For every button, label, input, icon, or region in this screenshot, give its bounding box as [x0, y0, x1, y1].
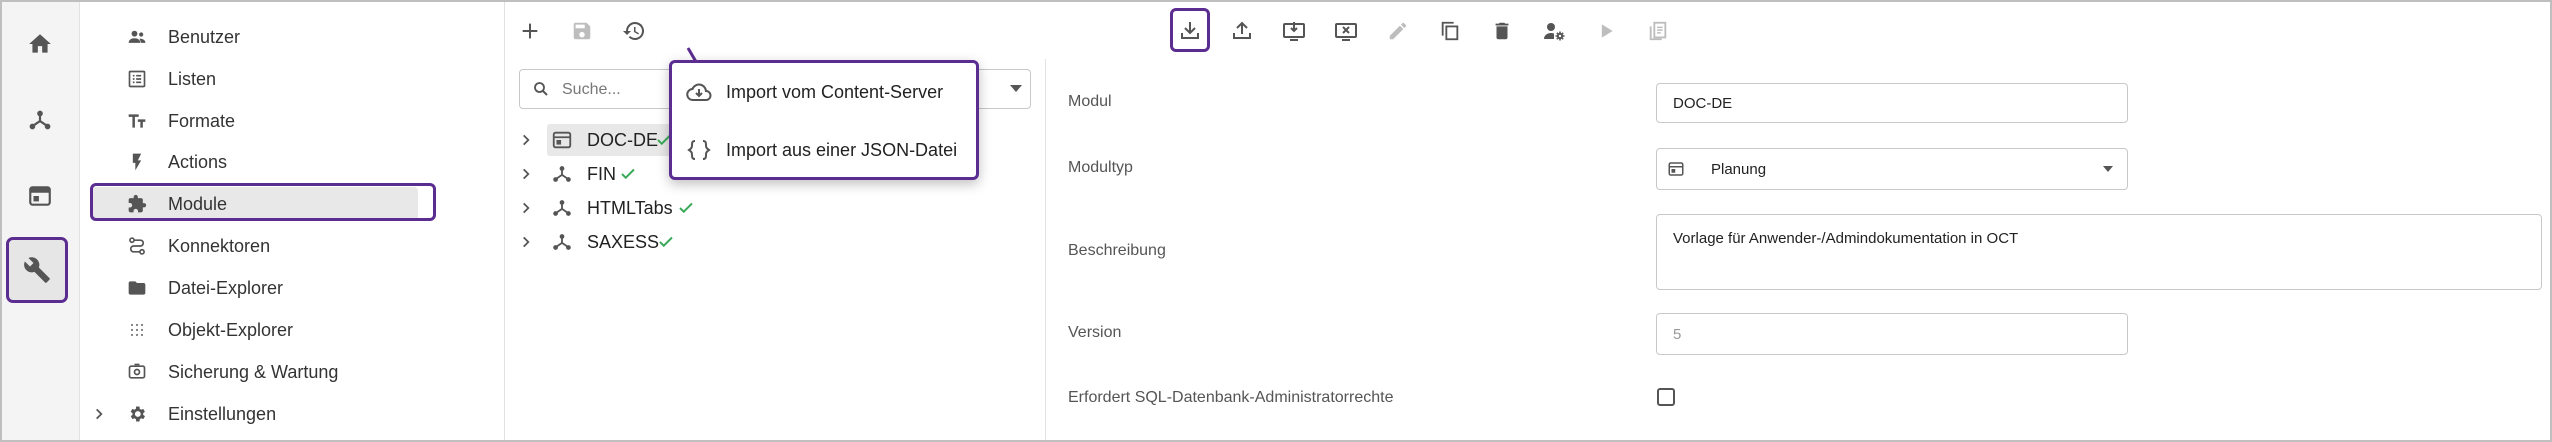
- chevron-right-icon[interactable]: [519, 133, 533, 147]
- edit-icon[interactable]: [1383, 16, 1413, 46]
- nav-item-einstellungen[interactable]: Einstellungen: [80, 397, 500, 431]
- module-form: Modul DOC-DE Modultyp Planung Beschreibu…: [1046, 59, 2550, 440]
- save-icon[interactable]: [567, 16, 597, 46]
- network-icon[interactable]: [8, 88, 72, 152]
- users-icon: [126, 26, 148, 48]
- menu-item-import-content-server[interactable]: Import vom Content-Server: [672, 67, 976, 117]
- chevron-right-icon[interactable]: [519, 167, 533, 181]
- app-rail: [2, 2, 80, 440]
- beschreibung-label: Beschreibung: [1068, 242, 1166, 259]
- beschreibung-textarea[interactable]: Vorlage für Anwender-/Admindokumentation…: [1656, 214, 2542, 290]
- wrench-icon[interactable]: [6, 237, 68, 303]
- copy-icon[interactable]: [1435, 16, 1465, 46]
- network-icon: [551, 231, 573, 253]
- export-icon[interactable]: [1227, 16, 1257, 46]
- version-field[interactable]: 5: [1656, 313, 2128, 355]
- uninstall-icon[interactable]: [1331, 16, 1361, 46]
- version-value: 5: [1673, 326, 1682, 343]
- restore-icon[interactable]: [619, 16, 649, 46]
- sql-admin-label: Erfordert SQL-Datenbank-Administratorrec…: [1068, 389, 1394, 406]
- window-icon: [551, 129, 573, 151]
- nav-item-benutzer[interactable]: Benutzer: [80, 20, 500, 54]
- beschreibung-value: Vorlage für Anwender-/Admindokumentation…: [1673, 230, 2019, 247]
- folder-icon: [126, 277, 148, 299]
- run-icon[interactable]: [1591, 16, 1621, 46]
- puzzle-icon: [126, 193, 148, 215]
- admin-nav: Benutzer Listen Formate Actions Module K…: [80, 2, 505, 440]
- dots-grid-icon: [126, 319, 148, 341]
- nav-item-listen[interactable]: Listen: [80, 62, 500, 96]
- search-dropdown-icon[interactable]: [1010, 85, 1022, 93]
- nav-item-module[interactable]: Module: [80, 187, 500, 221]
- nav-item-konnektoren[interactable]: Konnektoren: [80, 229, 500, 263]
- modultyp-value: Planung: [1711, 161, 1767, 178]
- lightning-icon: [126, 151, 148, 173]
- tree-item-saxess[interactable]: SAXESS: [505, 225, 1045, 259]
- search-icon: [532, 80, 550, 98]
- check-icon: [677, 199, 695, 217]
- gear-icon: [126, 403, 148, 425]
- modultyp-select[interactable]: Planung: [1656, 148, 2128, 190]
- chevron-down-icon: [2103, 166, 2113, 172]
- add-icon[interactable]: [515, 16, 545, 46]
- route-icon: [126, 235, 148, 257]
- tree-item-htmltabs[interactable]: HTMLTabs: [505, 191, 1045, 225]
- app-window: Benutzer Listen Formate Actions Module K…: [0, 0, 2552, 442]
- curly-braces-icon: [686, 138, 712, 162]
- user-settings-icon[interactable]: [1539, 16, 1569, 46]
- cloud-download-icon: [686, 81, 712, 103]
- delete-icon[interactable]: [1487, 16, 1517, 46]
- check-icon: [657, 233, 675, 251]
- browser-window-icon[interactable]: [8, 164, 72, 228]
- text-format-icon: [126, 110, 148, 132]
- chevron-right-icon[interactable]: [519, 235, 533, 249]
- install-icon[interactable]: [1279, 16, 1309, 46]
- home-icon[interactable]: [8, 12, 72, 76]
- nav-item-sicherung-wartung[interactable]: Sicherung & Wartung: [80, 355, 500, 389]
- import-menu: Import vom Content-Server Import aus ein…: [669, 60, 979, 180]
- backup-icon: [126, 361, 148, 383]
- version-label: Version: [1068, 324, 1122, 341]
- nav-item-objekt-explorer[interactable]: Objekt-Explorer: [80, 313, 500, 347]
- chevron-right-icon[interactable]: [519, 201, 533, 215]
- sql-admin-checkbox[interactable]: [1657, 388, 1675, 406]
- network-icon: [551, 197, 573, 219]
- nav-item-datei-explorer[interactable]: Datei-Explorer: [80, 271, 500, 305]
- menu-item-import-json[interactable]: Import aus einer JSON-Datei: [672, 125, 976, 175]
- network-icon: [551, 163, 573, 185]
- toolbar: [505, 2, 2550, 59]
- check-icon: [619, 165, 637, 183]
- modul-label: Modul: [1068, 93, 1112, 110]
- list-icon: [126, 68, 148, 90]
- modul-value: DOC-DE: [1673, 95, 1733, 112]
- nav-item-actions[interactable]: Actions: [80, 145, 500, 179]
- modultyp-label: Modultyp: [1068, 159, 1133, 176]
- report-icon[interactable]: [1643, 16, 1673, 46]
- import-icon[interactable]: [1175, 16, 1205, 46]
- modul-field[interactable]: DOC-DE: [1656, 83, 2128, 123]
- window-icon: [1667, 160, 1685, 178]
- nav-item-formate[interactable]: Formate: [80, 104, 500, 138]
- chevron-right-icon[interactable]: [92, 407, 106, 421]
